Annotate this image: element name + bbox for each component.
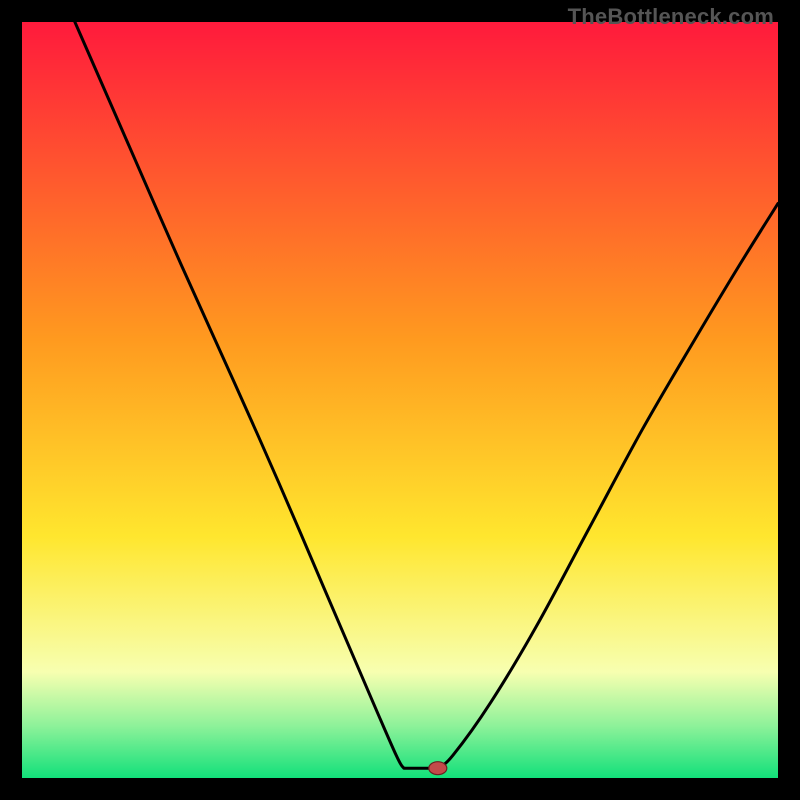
result-marker (429, 762, 447, 775)
gradient-background (22, 22, 778, 778)
chart-frame: TheBottleneck.com (0, 0, 800, 800)
site-watermark: TheBottleneck.com (568, 4, 774, 30)
chart-svg (22, 22, 778, 778)
plot-area (22, 22, 778, 778)
